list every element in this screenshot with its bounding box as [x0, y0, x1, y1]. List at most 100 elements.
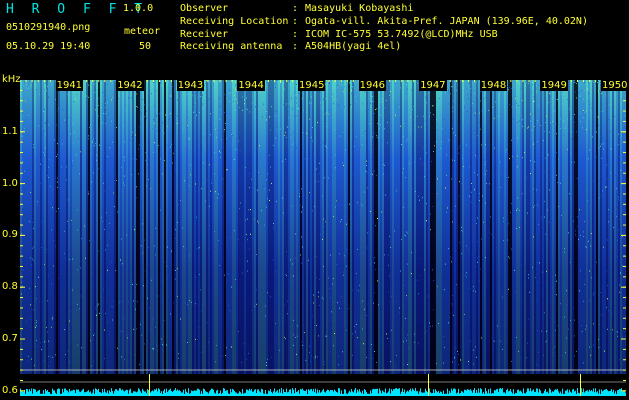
- spectrogram-speckle: [401, 144, 402, 145]
- baseline-spike: [28, 391, 29, 396]
- spectrogram-speckle: [582, 80, 583, 82]
- spectrogram-speckle: [526, 82, 527, 84]
- baseline-spike: [598, 393, 599, 396]
- spectrogram-speckle: [604, 350, 605, 352]
- spectrogram-speckle: [293, 319, 294, 321]
- baseline-spike: [133, 391, 134, 396]
- spectrogram-speckle: [610, 172, 611, 174]
- baseline-spike: [227, 390, 228, 396]
- spectrogram-speckle: [324, 94, 325, 96]
- spectrogram-speckle: [22, 233, 23, 235]
- spectrogram-speckle: [424, 269, 425, 271]
- spectrogram-speckle: [158, 295, 159, 297]
- spectrogram-speckle: [588, 100, 589, 102]
- spectrogram-speckle: [584, 111, 585, 113]
- spectrogram-speckle: [282, 81, 283, 83]
- spectrogram-speckle: [395, 365, 396, 367]
- spectrogram-speckle: [503, 192, 504, 194]
- spectrogram-speckle: [357, 249, 358, 250]
- baseline-spike: [425, 388, 426, 396]
- spectrogram-speckle: [113, 300, 114, 302]
- baseline-spike: [499, 388, 500, 396]
- spectrogram-speckle: [497, 115, 498, 117]
- baseline-spike: [317, 389, 318, 396]
- spectrogram-speckle: [329, 109, 330, 111]
- spectrogram-speckle: [265, 315, 266, 317]
- spectrogram-speckle: [468, 361, 469, 362]
- spectrogram-streak: [318, 80, 320, 376]
- spectrogram-speckle: [400, 125, 401, 127]
- spectrogram-streak: [188, 80, 190, 376]
- baseline-spike: [280, 392, 281, 396]
- spectrogram-speckle: [274, 130, 275, 132]
- spectrogram-speckle: [285, 131, 286, 133]
- spectrogram-speckle: [245, 219, 246, 221]
- baseline-spike: [449, 390, 450, 396]
- spectrogram-speckle: [549, 179, 550, 181]
- spectrogram-streak: [362, 80, 364, 376]
- spectrogram-speckle: [407, 263, 408, 265]
- spectrogram-speckle: [414, 341, 415, 343]
- baseline-spike: [98, 388, 99, 396]
- spectrogram-streak: [422, 80, 424, 376]
- spectrogram-speckle: [476, 222, 477, 224]
- spectrogram-speckle: [216, 232, 217, 234]
- spectrogram-speckle: [508, 176, 509, 178]
- spectrogram-speckle: [304, 158, 305, 160]
- baseline-spike: [529, 391, 530, 396]
- spectrogram-speckle: [374, 292, 375, 294]
- baseline-spike: [130, 388, 131, 396]
- baseline-spike: [46, 390, 47, 396]
- spectrogram-speckle: [140, 173, 141, 175]
- spectrogram-streak: [308, 80, 310, 376]
- spectrogram-speckle: [469, 137, 470, 139]
- spectrogram-speckle: [210, 134, 211, 136]
- spectrogram-speckle: [361, 203, 362, 205]
- spectrogram-speckle: [95, 143, 96, 144]
- spectrogram-speckle: [377, 218, 378, 219]
- baseline-spike: [296, 392, 297, 396]
- spectrogram-speckle: [541, 217, 542, 219]
- baseline-spike: [282, 393, 283, 396]
- spectrogram-speckle: [516, 337, 517, 338]
- spectrogram-speckle: [419, 258, 420, 260]
- spectrogram-speckle: [357, 202, 358, 203]
- spectrogram-speckle: [28, 83, 29, 85]
- spectrogram-speckle: [526, 177, 527, 179]
- spectrogram-speckle: [171, 143, 172, 145]
- spectrogram-streak: [522, 80, 524, 376]
- spectrogram-speckle: [126, 234, 127, 236]
- spectrogram-speckle: [481, 337, 482, 339]
- spectrogram-speckle: [93, 138, 94, 140]
- spectrogram-speckle: [618, 133, 619, 135]
- spectrogram-speckle: [147, 84, 148, 86]
- spectrogram-speckle: [22, 89, 23, 90]
- spectrogram-speckle: [290, 281, 291, 282]
- baseline-spike: [85, 392, 86, 396]
- spectrogram-speckle: [385, 175, 386, 177]
- baseline-spike: [182, 392, 183, 396]
- spectrogram-speckle: [132, 158, 133, 160]
- spectrogram-speckle: [452, 86, 453, 88]
- baseline-spike: [184, 393, 185, 396]
- spectrogram-speckle: [214, 231, 215, 233]
- spectrogram-speckle: [155, 227, 156, 229]
- spectrogram-speckle: [592, 136, 593, 138]
- spectrogram-speckle: [569, 108, 570, 110]
- baseline-spike: [212, 388, 213, 396]
- baseline-spike: [37, 391, 38, 396]
- spectrogram-speckle: [47, 331, 48, 333]
- spectrogram-streak: [536, 80, 538, 376]
- spectrogram-speckle: [568, 93, 569, 94]
- spectrogram-speckle: [341, 158, 342, 160]
- spectrogram-speckle: [275, 192, 276, 194]
- spectrogram-speckle: [333, 103, 334, 105]
- spectrogram-speckle: [266, 179, 267, 181]
- baseline-spike: [363, 393, 364, 396]
- baseline-spike: [358, 391, 359, 396]
- spectrogram-speckle: [461, 172, 462, 174]
- spectrogram-speckle: [271, 356, 272, 358]
- baseline-spike: [248, 390, 249, 396]
- spectrogram-streak: [562, 80, 564, 376]
- spectrogram-speckle: [57, 186, 58, 188]
